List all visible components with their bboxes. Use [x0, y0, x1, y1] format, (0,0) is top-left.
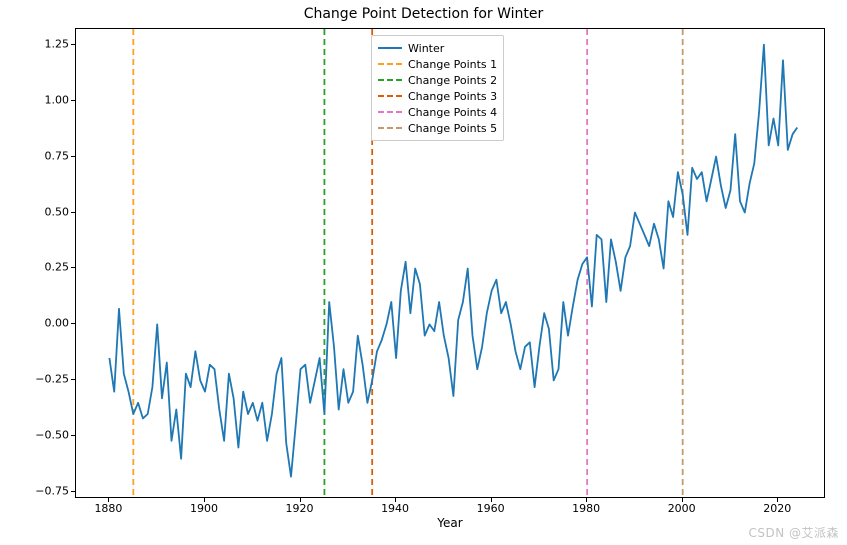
legend-row: Change Points 3 [378, 88, 497, 104]
legend-label: Change Points 3 [408, 90, 497, 103]
y-tick [71, 491, 75, 492]
y-tick [71, 44, 75, 45]
legend-row: Winter [378, 40, 497, 56]
legend-row: Change Points 2 [378, 72, 497, 88]
legend-label: Change Points 5 [408, 122, 497, 135]
x-tick-label: 1940 [381, 502, 409, 515]
x-tick-label: 2020 [763, 502, 791, 515]
y-tick [71, 100, 75, 101]
y-tick-label: −0.25 [35, 373, 69, 386]
legend-swatch [378, 127, 402, 129]
y-tick-label: 0.00 [45, 317, 70, 330]
x-tick-label: 1960 [477, 502, 505, 515]
legend-swatch [378, 111, 402, 113]
legend-swatch [378, 95, 402, 97]
y-tick [71, 156, 75, 157]
legend-swatch [378, 79, 402, 81]
x-tick-label: 1980 [572, 502, 600, 515]
y-tick [71, 323, 75, 324]
y-tick [71, 267, 75, 268]
x-axis-label: Year [75, 516, 825, 530]
y-tick-label: −0.75 [35, 485, 69, 498]
x-tick-label: 1920 [286, 502, 314, 515]
legend: Winter Change Points 1 Change Points 2 Chan… [371, 35, 504, 141]
y-tick-label: 1.25 [45, 37, 70, 50]
legend-swatch [378, 63, 402, 65]
plot-area: Winter Change Points 1 Change Points 2 Chan… [75, 28, 825, 498]
y-tick [71, 435, 75, 436]
x-tick-label: 2000 [668, 502, 696, 515]
x-tick-label: 1880 [94, 502, 122, 515]
legend-label: Change Points 2 [408, 74, 497, 87]
y-tick-label: 0.75 [45, 149, 70, 162]
legend-label: Winter [408, 42, 444, 55]
legend-label: Change Points 1 [408, 58, 497, 71]
legend-label: Change Points 4 [408, 106, 497, 119]
legend-row: Change Points 4 [378, 104, 497, 120]
x-tick-label: 1900 [190, 502, 218, 515]
y-tick [71, 379, 75, 380]
y-tick [71, 212, 75, 213]
legend-row: Change Points 5 [378, 120, 497, 136]
watermark: CSDN @艾派森 [748, 524, 839, 541]
figure: Change Point Detection for Winter Winter… [0, 0, 847, 545]
y-tick-label: −0.50 [35, 429, 69, 442]
y-tick-label: 0.25 [45, 261, 70, 274]
y-tick-label: 0.50 [45, 205, 70, 218]
legend-swatch [378, 47, 402, 49]
y-tick-label: 1.00 [45, 93, 70, 106]
legend-row: Change Points 1 [378, 56, 497, 72]
chart-title: Change Point Detection for Winter [0, 6, 847, 22]
